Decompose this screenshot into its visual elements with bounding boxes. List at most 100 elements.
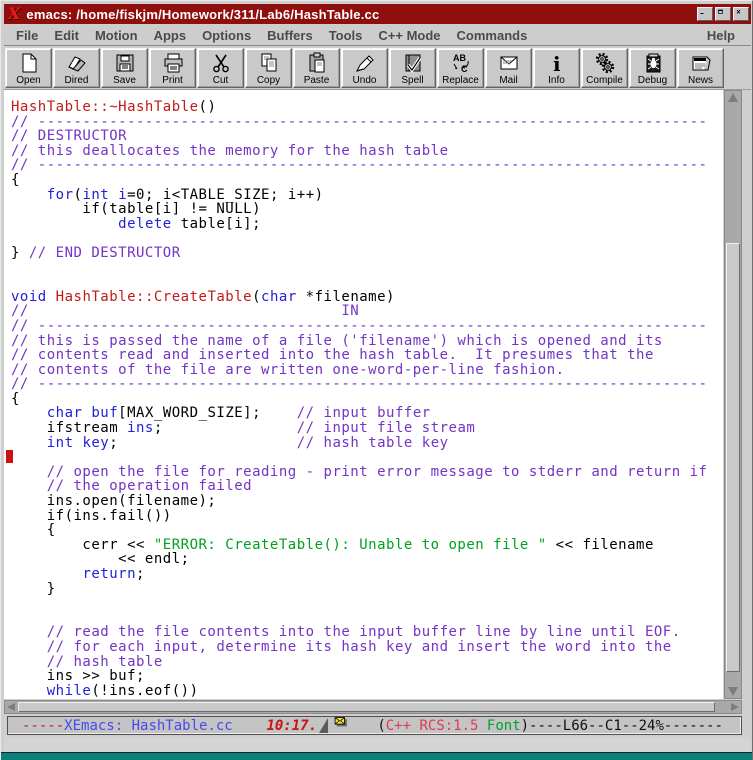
- code-line[interactable]: ins.open(filename);: [11, 494, 723, 509]
- code-line[interactable]: } // END DESTRUCTOR: [11, 246, 723, 261]
- code-line[interactable]: ifstream ins; // input file stream: [11, 421, 723, 436]
- code-line[interactable]: // read the file contents into the input…: [11, 625, 723, 640]
- code-line[interactable]: [11, 231, 723, 246]
- scroll-left-arrow-icon[interactable]: [7, 703, 15, 711]
- code-line[interactable]: [11, 261, 723, 276]
- horizontal-scrollbar[interactable]: [4, 700, 742, 714]
- code-segment: // hash table: [47, 654, 163, 670]
- toolbar-label-replace: Replace: [442, 75, 479, 86]
- menu-apps[interactable]: Apps: [146, 26, 195, 45]
- toolbar-button-debug[interactable]: Debug: [629, 48, 676, 88]
- code-segment: {: [11, 172, 20, 188]
- code-line[interactable]: char buf[MAX_WORD_SIZE]; // input buffer: [11, 406, 723, 421]
- vertical-scrollbar[interactable]: [724, 90, 742, 699]
- modeline[interactable]: -----XEmacs: HashTable.cc 10:17. (C++ RC…: [7, 716, 742, 735]
- toolbar-button-open[interactable]: Open: [5, 48, 52, 88]
- code-line[interactable]: [11, 450, 723, 465]
- code-segment: ins.open(filename);: [11, 493, 216, 509]
- code-line[interactable]: [11, 596, 723, 611]
- code-line[interactable]: HashTable::~HashTable(): [11, 100, 723, 115]
- minimize-button[interactable]: [697, 7, 713, 21]
- toolbar-button-compile[interactable]: Compile: [581, 48, 628, 88]
- code-line[interactable]: [11, 275, 723, 290]
- code-line[interactable]: int key; // hash table key: [11, 436, 723, 451]
- toolbar-button-replace[interactable]: ABCReplace: [437, 48, 484, 88]
- copy-pages-icon: [258, 51, 280, 75]
- code-line[interactable]: // contents of the file are written one-…: [11, 363, 723, 378]
- code-line[interactable]: {: [11, 523, 723, 538]
- code-line[interactable]: {: [11, 173, 723, 188]
- code-line[interactable]: if(table[i] != NULL): [11, 202, 723, 217]
- code-segment: [11, 405, 47, 421]
- menu-file[interactable]: File: [8, 26, 46, 45]
- modeline-gap: [233, 718, 267, 734]
- code-segment: i: [118, 187, 127, 203]
- code-segment: [11, 187, 47, 203]
- toolbar-button-spell[interactable]: Spell: [389, 48, 436, 88]
- toolbar-button-undo[interactable]: Undo: [341, 48, 388, 88]
- toolbar-button-print[interactable]: Print: [149, 48, 196, 88]
- code-segment: ins >> buf;: [11, 668, 145, 684]
- clipboard-icon: [306, 51, 328, 75]
- toolbar-label-info: Info: [548, 75, 565, 86]
- code-line[interactable]: // hash table: [11, 655, 723, 670]
- scroll-up-arrow-icon[interactable]: [728, 93, 738, 102]
- code-line[interactable]: void HashTable::CreateTable(char *filena…: [11, 290, 723, 305]
- editor-buffer[interactable]: HashTable::~HashTable()// --------------…: [4, 90, 723, 699]
- code-line[interactable]: // for each input, determine its hash ke…: [11, 640, 723, 655]
- code-line[interactable]: << endl;: [11, 552, 723, 567]
- code-segment: char: [47, 405, 83, 421]
- menu-edit[interactable]: Edit: [46, 26, 87, 45]
- toolbar-button-mail[interactable]: Mail: [485, 48, 532, 88]
- menu-buffers[interactable]: Buffers: [259, 26, 321, 45]
- code-line[interactable]: // DESTRUCTOR: [11, 129, 723, 144]
- code-line[interactable]: {: [11, 392, 723, 407]
- code-line[interactable]: // open the file for reading - print err…: [11, 465, 723, 480]
- menu-motion[interactable]: Motion: [87, 26, 146, 45]
- code-line[interactable]: // -------------------------------------…: [11, 377, 723, 392]
- close-button[interactable]: [733, 7, 749, 21]
- menu-c-mode[interactable]: C++ Mode: [370, 26, 448, 45]
- code-segment: HashTable::CreateTable: [56, 289, 252, 305]
- toolbar-button-copy[interactable]: Copy: [245, 48, 292, 88]
- menu-options[interactable]: Options: [194, 26, 259, 45]
- code-line[interactable]: for(int i=0; i<TABLE_SIZE; i++): [11, 188, 723, 203]
- toolbar-button-save[interactable]: Save: [101, 48, 148, 88]
- scroll-down-arrow-icon[interactable]: [728, 687, 738, 696]
- code-line[interactable]: // this deallocates the memory for the h…: [11, 144, 723, 159]
- code-segment: // open the file for reading - print err…: [47, 464, 708, 480]
- title-bar[interactable]: X emacs: /home/fiskjm/Homework/311/Lab6/…: [4, 4, 751, 24]
- horizontal-scrollbar-thumb[interactable]: [18, 702, 715, 712]
- menu-help[interactable]: Help: [699, 26, 743, 45]
- code-line[interactable]: delete table[i];: [11, 217, 723, 232]
- toolbar-button-news[interactable]: News: [677, 48, 724, 88]
- toolbar-button-dired[interactable]: Dired: [53, 48, 100, 88]
- code-line[interactable]: // contents read and inserted into the h…: [11, 348, 723, 363]
- echo-area[interactable]: [4, 737, 751, 752]
- code-segment: char: [261, 289, 297, 305]
- code-line[interactable]: // IN: [11, 304, 723, 319]
- toolbar-button-cut[interactable]: Cut: [197, 48, 244, 88]
- menu-tools[interactable]: Tools: [321, 26, 371, 45]
- code-line[interactable]: // -------------------------------------…: [11, 319, 723, 334]
- code-segment: {: [11, 391, 20, 407]
- toolbar-button-paste[interactable]: Paste: [293, 48, 340, 88]
- code-segment: ;: [154, 420, 297, 436]
- code-line[interactable]: ins >> buf;: [11, 669, 723, 684]
- vertical-scrollbar-thumb[interactable]: [726, 243, 740, 672]
- code-line[interactable]: // -------------------------------------…: [11, 158, 723, 173]
- code-line[interactable]: if(ins.fail()): [11, 509, 723, 524]
- code-line[interactable]: cerr << "ERROR: CreateTable(): Unable to…: [11, 538, 723, 553]
- code-segment: key: [82, 435, 109, 451]
- maximize-button[interactable]: [715, 7, 731, 21]
- scroll-right-arrow-icon[interactable]: [731, 703, 739, 711]
- code-line[interactable]: // -------------------------------------…: [11, 115, 723, 130]
- code-line[interactable]: return;: [11, 567, 723, 582]
- code-line[interactable]: [11, 611, 723, 626]
- menu-commands[interactable]: Commands: [449, 26, 536, 45]
- code-line[interactable]: // this is passed the name of a file ('f…: [11, 334, 723, 349]
- code-line[interactable]: }: [11, 582, 723, 597]
- toolbar-button-info[interactable]: iInfo: [533, 48, 580, 88]
- code-line[interactable]: // the operation failed: [11, 479, 723, 494]
- code-line[interactable]: while(!ins.eof()): [11, 684, 723, 699]
